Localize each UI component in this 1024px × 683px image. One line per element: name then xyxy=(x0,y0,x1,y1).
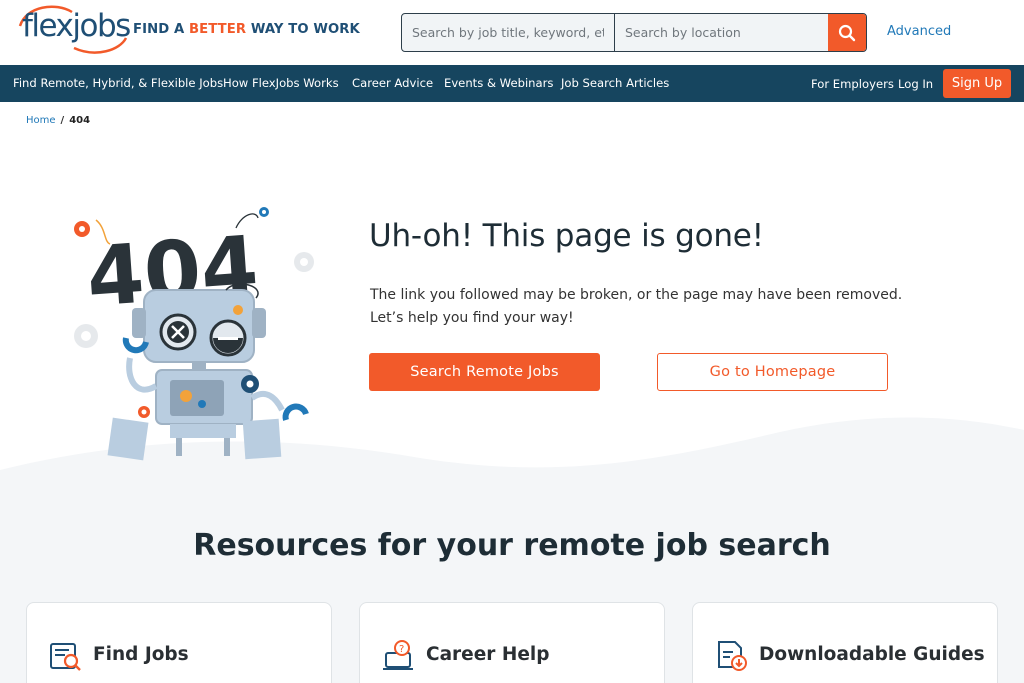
error-description: The link you followed may be broken, or … xyxy=(370,287,903,326)
dark-blue-gear-icon xyxy=(241,375,259,393)
tagline: FIND A BETTER WAY TO WORK xyxy=(133,22,360,37)
resource-card-downloadable-guides[interactable]: Downloadable Guides xyxy=(692,602,998,683)
nav-find-jobs[interactable]: Find Remote, Hybrid, & Flexible Jobs xyxy=(13,76,223,90)
job-search-icon xyxy=(50,643,81,671)
nav-job-search-articles[interactable]: Job Search Articles xyxy=(561,76,669,90)
search-bar xyxy=(401,13,867,52)
blue-gear-icon xyxy=(259,207,269,217)
orange-gear-icon xyxy=(74,221,90,237)
tagline-better: BETTER xyxy=(189,22,247,37)
nav-events-webinars[interactable]: Events & Webinars xyxy=(444,76,553,90)
location-search-input[interactable] xyxy=(615,14,828,51)
nav-login[interactable]: Log In xyxy=(898,77,933,91)
keyword-search-input[interactable] xyxy=(402,14,615,51)
nav-for-employers[interactable]: For Employers xyxy=(811,77,894,91)
logo-text: flexjobs xyxy=(22,8,131,44)
download-guide-icon xyxy=(718,641,747,671)
advanced-search-link[interactable]: Advanced xyxy=(887,24,951,39)
robot-404-illustration: 404 xyxy=(74,207,314,461)
card-label-career-help: Career Help xyxy=(426,644,550,665)
resource-card-find-jobs[interactable]: Find Jobs xyxy=(26,602,332,683)
search-remote-jobs-button[interactable]: Search Remote Jobs xyxy=(369,353,600,391)
card-label-downloadable-guides: Downloadable Guides xyxy=(759,644,985,665)
breadcrumb: Home / 404 xyxy=(26,115,90,126)
career-help-icon: ? xyxy=(383,640,413,670)
signup-button[interactable]: Sign Up xyxy=(943,69,1011,98)
card-label-find-jobs: Find Jobs xyxy=(93,644,189,665)
error-headline: Uh-oh! This page is gone! xyxy=(369,218,764,254)
breadcrumb-separator: / xyxy=(60,115,65,126)
svg-text:?: ? xyxy=(399,644,404,655)
search-button[interactable] xyxy=(828,14,866,51)
main-nav: Find Remote, Hybrid, & Flexible Jobs How… xyxy=(0,65,1024,102)
nav-how-it-works[interactable]: How FlexJobs Works xyxy=(223,76,339,90)
go-to-homepage-button[interactable]: Go to Homepage xyxy=(657,353,888,391)
breadcrumb-home-link[interactable]: Home xyxy=(26,115,56,126)
tagline-part-3: WAY TO WORK xyxy=(246,22,360,37)
site-header: flexjobs FIND A BETTER WAY TO WORK Advan… xyxy=(0,0,1024,65)
breadcrumb-current: 404 xyxy=(69,115,91,126)
resource-card-career-help[interactable]: ? Career Help xyxy=(359,602,665,683)
search-icon xyxy=(838,24,856,41)
small-orange-gear-icon xyxy=(138,406,150,418)
flexjobs-logo[interactable]: flexjobs xyxy=(16,4,131,56)
nav-career-advice[interactable]: Career Advice xyxy=(352,76,433,90)
tagline-part-1: FIND A xyxy=(133,22,189,37)
resources-title: Resources for your remote job search xyxy=(193,528,831,563)
